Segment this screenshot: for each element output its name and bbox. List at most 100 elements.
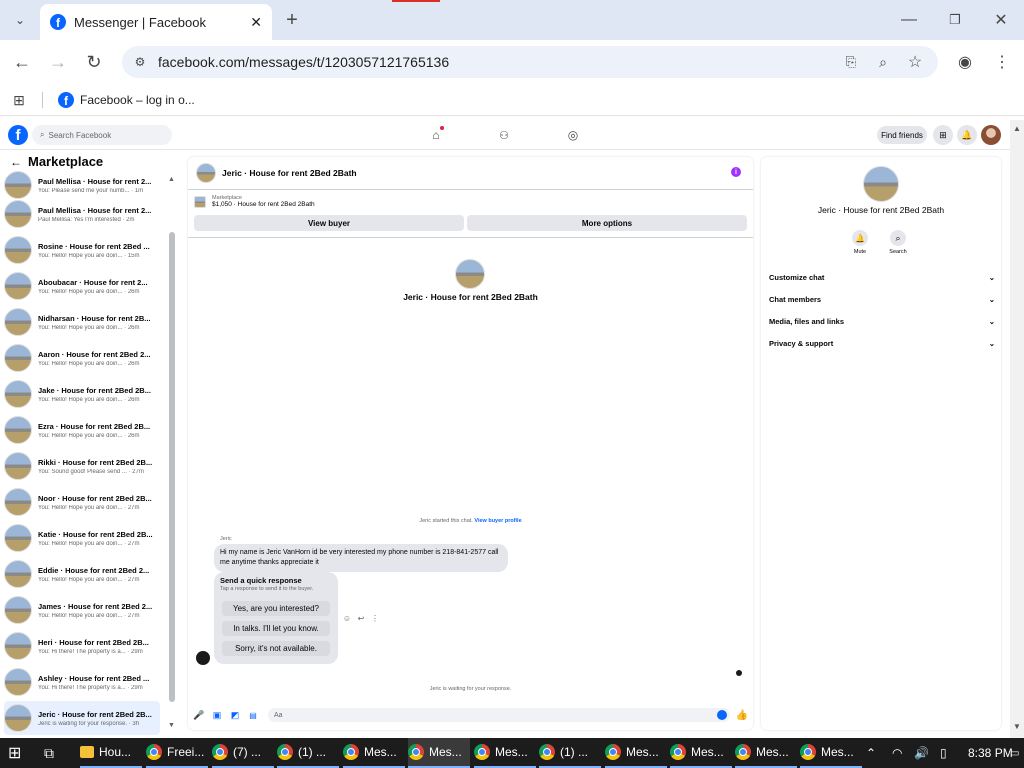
volume-icon[interactable]: 🔊 [914, 738, 929, 768]
reload-icon[interactable]: ↻ [84, 52, 104, 72]
chat-list-item[interactable]: Rosine · House for rent 2Bed ... You: Hel… [4, 233, 160, 267]
chat-list-item[interactable]: Noor · House for rent 2Bed 2B... You: Hel… [4, 485, 160, 519]
search-chat-icon[interactable]: ⌕ [890, 230, 906, 246]
profile-icon[interactable]: ◉ [955, 52, 975, 72]
taskbar-chrome-window[interactable]: (7) ... [212, 738, 274, 768]
reply-icon[interactable]: ↩ [356, 613, 366, 623]
battery-icon[interactable]: ▯ [940, 738, 947, 768]
taskbar-chrome-window[interactable]: (1) ... [277, 738, 339, 768]
minimize-icon[interactable]: — [898, 10, 920, 30]
list-scroll-down-icon[interactable]: ▼ [168, 722, 175, 729]
chat-list-item[interactable]: Rikki · House for rent 2Bed 2B... You: So… [4, 449, 160, 483]
gif-icon[interactable]: ▤ [248, 709, 258, 721]
scroll-up-icon[interactable]: ▲ [1013, 124, 1021, 133]
chat-list-item[interactable]: Ezra · House for rent 2Bed 2B... You: Hel… [4, 413, 160, 447]
message-input[interactable]: Aa [268, 708, 730, 722]
zoom-icon[interactable]: ⌕ [874, 53, 892, 71]
taskbar-chrome-window[interactable]: Mes... [800, 738, 862, 768]
chat-list-item[interactable]: Aboubacar · House for rent 2... You: Hell… [4, 269, 160, 303]
taskbar-file-explorer[interactable]: Hou... [80, 738, 142, 768]
windows-start-icon[interactable]: ⊞ [8, 738, 21, 768]
microphone-icon[interactable]: 🎤 [193, 709, 204, 721]
search-icon: ⌕ [40, 130, 45, 139]
notification-center-icon[interactable]: ▭ [1010, 738, 1019, 768]
taskbar-chrome-window[interactable]: Mes... [343, 738, 405, 768]
chat-list-item[interactable]: Jeric · House for rent 2Bed 2B... Jeric i… [4, 701, 160, 735]
facebook-logo-icon[interactable]: f [8, 125, 28, 145]
tab-close-icon[interactable]: ✕ [250, 14, 262, 31]
quick-reply-in-talks[interactable]: In talks. I'll let you know. [222, 621, 330, 636]
chat-list-preview: You: Please send me your numb... · 1m [38, 187, 144, 194]
browser-tab[interactable]: f Messenger | Facebook ✕ [40, 4, 272, 40]
message-more-icon[interactable]: ⋮ [370, 613, 380, 623]
install-app-icon[interactable]: ⎘ [842, 53, 860, 71]
chat-list-item[interactable]: James · House for rent 2Bed 2... You: Hel… [4, 593, 160, 627]
search-facebook-input[interactable]: ⌕ Search Facebook [32, 125, 172, 145]
chat-list-item[interactable]: Aaron · House for rent 2Bed 2... You: Hel… [4, 341, 160, 375]
site-info-icon[interactable]: ⚙ [132, 54, 148, 70]
chat-list-item[interactable]: Paul Mellisa · House for rent 2... Paul M… [4, 197, 160, 231]
chevron-down-icon: ⌄ [988, 295, 995, 304]
more-options-button[interactable]: More options [467, 215, 747, 231]
listing-summary[interactable]: Marketplace $1,050 · House for rent 2Bed… [194, 195, 315, 208]
new-tab-icon[interactable]: + [282, 9, 302, 31]
chat-list-preview: Paul Mellisa: Yes I'm interested · 2m [38, 216, 135, 223]
quick-reply-not-available[interactable]: Sorry, it's not available. [222, 641, 330, 656]
quick-reply-yes[interactable]: Yes, are you interested? [222, 601, 330, 616]
clock[interactable]: 8:38 PM [968, 738, 1013, 768]
sticker-icon[interactable]: ◩ [230, 709, 240, 721]
bookmark-facebook[interactable]: f Facebook – log in o... [58, 92, 195, 108]
thumbs-up-icon[interactable]: 👍 [736, 708, 748, 722]
browser-menu-icon[interactable]: ⋮ [992, 52, 1012, 72]
profile-avatar[interactable] [981, 125, 1001, 145]
show-hidden-icons-icon[interactable]: ⌃ [866, 738, 876, 768]
taskbar-chrome-window[interactable]: (1) ... [539, 738, 601, 768]
forward-icon[interactable]: → [48, 52, 68, 72]
react-emoji-icon[interactable]: ☺ [342, 613, 352, 623]
back-icon[interactable]: ← [12, 52, 32, 72]
tab-search-chevron-icon[interactable]: ⌄ [8, 10, 32, 30]
list-scroll-thumb[interactable] [169, 232, 175, 702]
chat-members-section[interactable]: Chat members ⌄ [769, 295, 995, 304]
taskbar-chrome-window[interactable]: Mes... [605, 738, 667, 768]
restore-icon[interactable]: ❐ [944, 10, 966, 30]
privacy-support-section[interactable]: Privacy & support ⌄ [769, 339, 995, 348]
mute-bell-icon[interactable]: 🔔 [852, 230, 868, 246]
bookmark-star-icon[interactable]: ☆ [906, 53, 924, 71]
apps-grid-icon[interactable]: ⊞ [10, 92, 28, 108]
friends-icon[interactable]: ⚇ [496, 127, 512, 143]
customize-chat-section[interactable]: Customize chat ⌄ [769, 273, 995, 282]
view-buyer-button[interactable]: View buyer [194, 215, 464, 231]
task-view-icon[interactable]: ⧉ [44, 738, 54, 768]
list-scrollbar[interactable]: ▲ ▼ [166, 174, 178, 734]
address-bar[interactable]: ⚙ facebook.com/messages/t/12030571217651… [122, 46, 938, 78]
find-friends-button[interactable]: Find friends [877, 126, 927, 144]
menu-grid-icon[interactable]: ⊞ [933, 125, 953, 145]
chat-list-item[interactable]: Eddie · House for rent 2Bed 2... You: Hel… [4, 557, 160, 591]
scroll-down-icon[interactable]: ▼ [1013, 722, 1021, 731]
groups-icon[interactable]: ◎ [565, 127, 581, 143]
chat-list-item[interactable]: Jake · House for rent 2Bed 2B... You: Hel… [4, 377, 160, 411]
taskbar-chrome-window[interactable]: Mes... [735, 738, 797, 768]
taskbar-chrome-window[interactable]: Mes... [408, 738, 470, 768]
window-close-icon[interactable]: ✕ [990, 10, 1012, 30]
incoming-message-bubble[interactable]: Hi my name is Jeric VanHorn id be very i… [214, 544, 508, 572]
chat-list-item[interactable]: Nidharsan · House for rent 2B... You: Hel… [4, 305, 160, 339]
chat-list-item[interactable]: Katie · House for rent 2Bed 2B... You: He… [4, 521, 160, 555]
emoji-icon[interactable] [717, 710, 727, 720]
view-buyer-profile-link[interactable]: View buyer profile [474, 518, 521, 524]
chat-header[interactable]: Jeric · House for rent 2Bed 2Bath [196, 163, 357, 183]
notifications-bell-icon[interactable]: 🔔 [957, 125, 977, 145]
taskbar-chrome-window[interactable]: Mes... [474, 738, 536, 768]
photo-icon[interactable]: ▣ [212, 709, 222, 721]
chat-list-item[interactable]: Ashley · House for rent 2Bed ... You: Hi … [4, 665, 160, 699]
taskbar-chrome-window[interactable]: Mes... [670, 738, 732, 768]
list-scroll-up-icon[interactable]: ▲ [168, 176, 175, 183]
back-arrow-icon[interactable]: ← [10, 155, 22, 169]
chat-list-item[interactable]: Heri · House for rent 2Bed 2B... You: Hi … [4, 629, 160, 663]
wifi-icon[interactable]: ◠ [892, 738, 902, 768]
media-files-links-section[interactable]: Media, files and links ⌄ [769, 317, 995, 326]
conversation-info-icon[interactable]: i [731, 167, 741, 177]
taskbar-chrome-window[interactable]: Freei... [146, 738, 208, 768]
page-scrollbar[interactable]: ▲ ▼ [1010, 120, 1024, 738]
